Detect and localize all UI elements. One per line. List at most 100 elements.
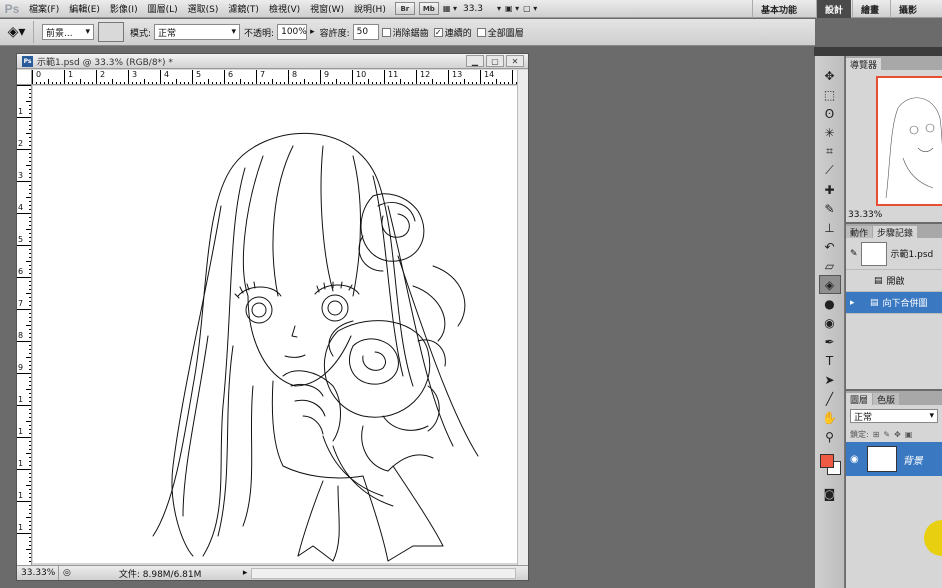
opacity-label: 不透明: xyxy=(244,28,275,39)
menu-help[interactable]: 說明(H) xyxy=(349,2,391,15)
vertical-scrollbar[interactable] xyxy=(517,70,528,565)
screen-mode-icon[interactable]: ▢ ▾ xyxy=(523,4,537,13)
pattern-swatch[interactable] xyxy=(98,22,124,42)
pen-tool-icon[interactable]: ✒ xyxy=(819,332,841,351)
dodge-tool-icon[interactable]: ◉ xyxy=(819,313,841,332)
type-tool-icon[interactable]: T xyxy=(819,351,841,370)
opacity-stepper-icon[interactable]: ▸ xyxy=(310,27,315,37)
foreground-color[interactable] xyxy=(819,454,834,468)
menu-view[interactable]: 檢視(V) xyxy=(264,2,305,15)
workspace-painting[interactable]: 繪畫 xyxy=(852,0,887,18)
arrange-docs-icon[interactable]: ▣ ▾ xyxy=(505,4,519,13)
vertical-ruler[interactable]: 1 2 3 4 5 6 7 8 9 1 1 1 1 1 xyxy=(17,85,32,565)
close-button[interactable]: ✕ xyxy=(506,55,524,67)
history-step-label: 開啟 xyxy=(886,277,905,287)
hand-tool-icon[interactable]: ✋ xyxy=(819,408,841,427)
horizontal-scrollbar[interactable] xyxy=(251,567,516,579)
eye-icon[interactable]: ◉ xyxy=(850,454,859,465)
history-snapshot[interactable]: ✎ 示範1.psd xyxy=(846,238,942,270)
menu-select[interactable]: 選取(S) xyxy=(183,2,224,15)
tab-navigator[interactable]: 導覽器 xyxy=(846,58,882,71)
ruler-label: 1 xyxy=(68,70,74,79)
tab-layers[interactable]: 圖層 xyxy=(846,393,873,406)
canvas[interactable] xyxy=(33,86,517,563)
tolerance-input[interactable]: 50 xyxy=(352,24,379,40)
crop-tool-icon[interactable]: ⌗ xyxy=(819,142,841,161)
history-step[interactable]: ▤ 開啟 xyxy=(846,270,942,292)
navigator-zoom[interactable]: 33.33% xyxy=(848,210,882,220)
blur-tool-icon[interactable]: ● xyxy=(819,294,841,313)
ruler-label: 6 xyxy=(228,70,234,79)
navigator-thumbnail[interactable] xyxy=(876,76,942,206)
status-arrow-icon[interactable]: ▸ xyxy=(243,568,248,578)
workspace-photography[interactable]: 攝影 xyxy=(890,0,925,18)
marquee-tool-icon[interactable]: ⬚ xyxy=(819,85,841,104)
menu-image[interactable]: 影像(I) xyxy=(105,2,143,15)
history-brush-icon[interactable]: ↶ xyxy=(819,237,841,256)
bridge-button[interactable]: Br xyxy=(394,2,415,15)
status-menu-icon[interactable]: ◎ xyxy=(63,568,71,578)
color-swatches[interactable] xyxy=(818,452,842,478)
layer-row[interactable]: ◉ 背景 xyxy=(846,442,942,476)
ruler-label: 1 xyxy=(18,523,24,532)
ruler-label: 4 xyxy=(164,70,170,79)
menu-filter[interactable]: 濾鏡(T) xyxy=(223,2,264,15)
ruler-label: 11 xyxy=(388,70,399,79)
magic-wand-icon[interactable]: ✳ xyxy=(819,123,841,142)
tab-actions[interactable]: 動作 xyxy=(846,226,873,239)
mini-bridge-button[interactable]: Mb xyxy=(418,2,439,15)
fill-source-select[interactable]: 前景... ▾ xyxy=(42,24,94,40)
zoom-tool-icon[interactable]: ⚲ xyxy=(819,427,841,446)
mode-label: 模式: xyxy=(130,28,152,39)
menu-layer[interactable]: 圖層(L) xyxy=(143,2,183,15)
lock-pixels-icon[interactable]: ✎ xyxy=(883,430,890,439)
history-step-selected[interactable]: ▸ ▤ 向下合併圖 xyxy=(846,292,942,314)
view-extras-dropdown[interactable]: ▦ ▾ xyxy=(443,4,457,13)
ruler-label: 1 xyxy=(18,427,24,436)
eraser-tool-icon[interactable]: ▱ xyxy=(819,256,841,275)
line-tool-icon[interactable]: ╱ xyxy=(819,389,841,408)
paint-bucket-icon[interactable]: ◈ xyxy=(818,275,841,294)
path-selection-icon[interactable]: ➤ xyxy=(819,370,841,389)
lock-transparency-icon[interactable]: ⊞ xyxy=(873,430,880,439)
clone-stamp-icon[interactable]: ⊥ xyxy=(819,218,841,237)
snapshot-name: 示範1.psd xyxy=(890,250,934,260)
quick-mask-icon[interactable]: ◙ xyxy=(819,484,841,503)
ruler-origin[interactable] xyxy=(17,70,32,85)
lock-all-icon[interactable]: ▣ xyxy=(905,430,913,439)
zoom-dropdown-icon[interactable]: ▾ xyxy=(497,4,501,13)
document-title: 示範1.psd @ 33.3% (RGB/8*) * xyxy=(37,57,173,68)
lasso-tool-icon[interactable]: ʘ xyxy=(819,104,841,123)
antialias-checkbox[interactable]: 消除鋸齒 xyxy=(381,26,429,39)
maximize-button[interactable]: ▢ xyxy=(486,55,504,67)
mode-select[interactable]: 正常 ▾ xyxy=(154,24,241,40)
zoom-level[interactable]: 33.3 xyxy=(463,4,493,14)
horizontal-ruler[interactable]: 0 1 2 3 4 5 6 7 8 9 10 11 12 13 14 xyxy=(32,70,518,85)
lock-position-icon[interactable]: ✥ xyxy=(894,430,901,439)
opacity-input[interactable]: 100% xyxy=(277,24,308,40)
status-zoom[interactable]: 33.33% xyxy=(17,566,59,580)
all-layers-checkbox[interactable]: 全部圖層 xyxy=(476,26,524,39)
minimize-button[interactable]: ▁ xyxy=(466,55,484,67)
lock-label: 鎖定: xyxy=(850,430,869,439)
move-tool-icon[interactable]: ✥ xyxy=(819,66,841,85)
paint-bucket-preset-icon[interactable]: ◈▾ xyxy=(0,21,34,43)
tools-panel: ✥ ⬚ ʘ ✳ ⌗ ⟋ ✚ ✎ ⊥ ↶ ▱ ◈ ● ◉ ✒ T ➤ ╱ ✋ ⚲ … xyxy=(815,56,845,588)
ruler-label: 9 xyxy=(324,70,330,79)
contiguous-checkbox[interactable]: ✓ 連續的 xyxy=(433,26,472,39)
brush-tool-icon[interactable]: ✎ xyxy=(819,199,841,218)
tab-history[interactable]: 步驟記錄 xyxy=(873,226,918,239)
blend-mode-select[interactable]: 正常 ▾ xyxy=(850,409,938,423)
document-tab[interactable]: Ps 示範1.psd @ 33.3% (RGB/8*) * ▁ ▢ ✕ xyxy=(17,54,528,69)
menu-window[interactable]: 視窗(W) xyxy=(305,2,349,15)
workspace-design[interactable]: 設計 xyxy=(816,0,852,18)
lock-row: 鎖定: ⊞ ✎ ✥ ▣ xyxy=(846,427,942,442)
healing-brush-icon[interactable]: ✚ xyxy=(819,180,841,199)
panel-dock-header[interactable] xyxy=(814,47,942,56)
eyedropper-icon[interactable]: ⟋ xyxy=(819,161,841,180)
ruler-label: 1 xyxy=(18,107,24,116)
workspace-essentials[interactable]: 基本功能 xyxy=(752,0,805,18)
menu-file[interactable]: 檔案(F) xyxy=(24,2,64,15)
tab-channels[interactable]: 色版 xyxy=(873,393,900,406)
menu-edit[interactable]: 編輯(E) xyxy=(64,2,105,15)
